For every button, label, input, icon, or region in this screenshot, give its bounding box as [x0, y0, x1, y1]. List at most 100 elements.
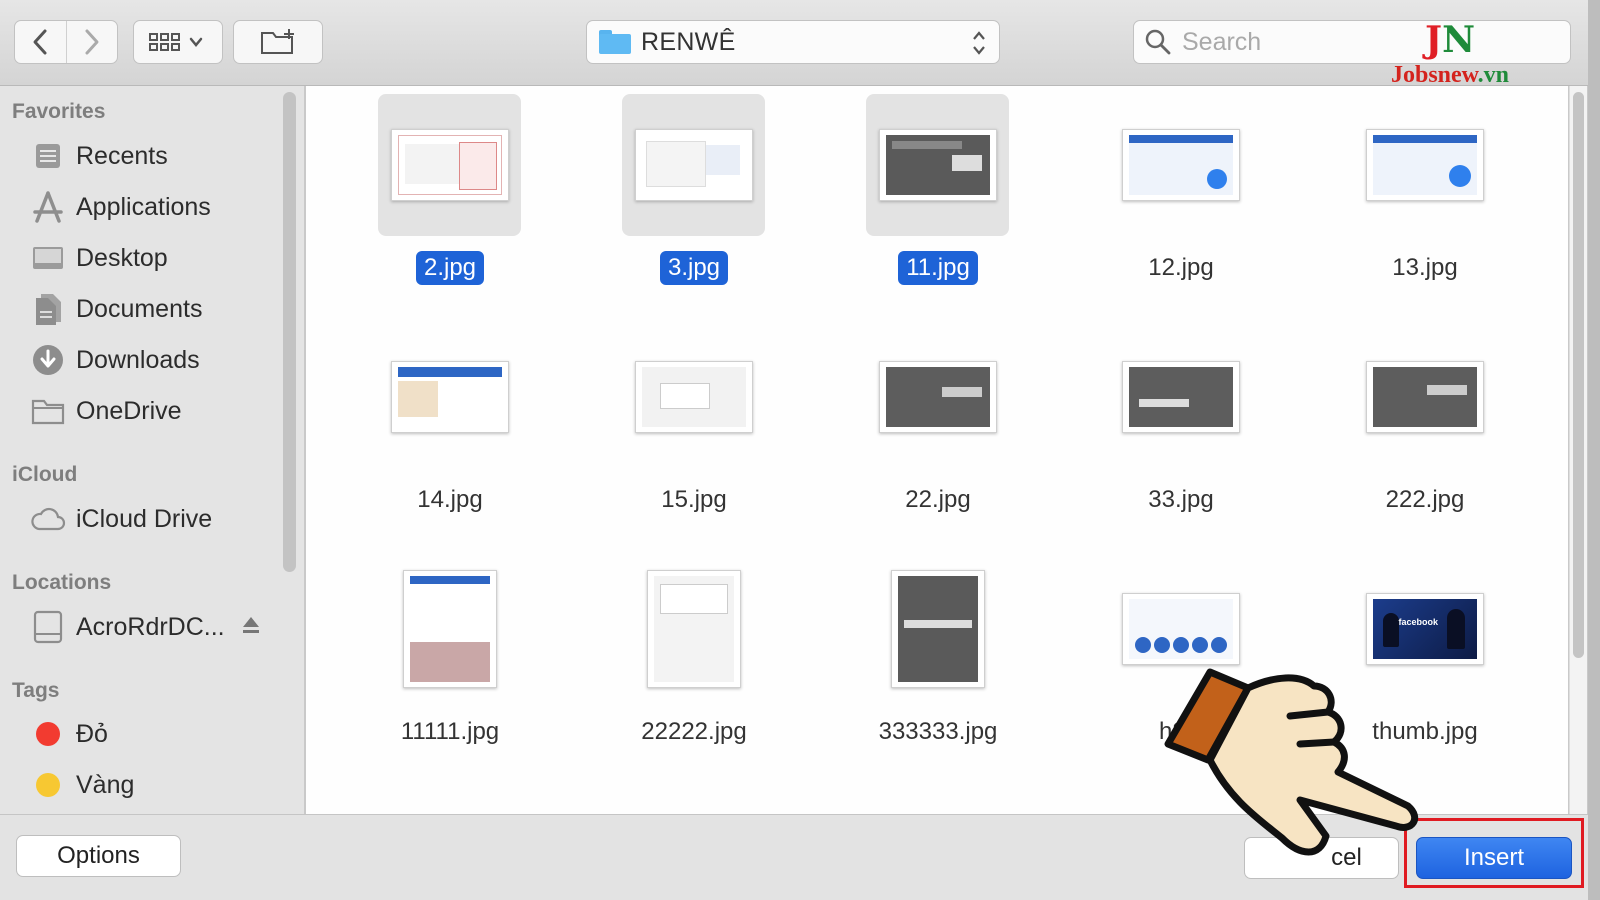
file-item-13-jpg[interactable]: 13.jpg: [1293, 88, 1533, 308]
file-item-3-jpg[interactable]: 3.jpg: [562, 88, 802, 308]
sidebar-header-tags: Tags: [12, 679, 60, 702]
file-name-text: 15.jpg: [661, 486, 727, 513]
file-name: 11111.jpg: [318, 718, 582, 746]
file-thumbnail: [622, 558, 765, 700]
sidebar-header-favorites: Favorites: [12, 100, 106, 123]
sidebar-item-label: Desktop: [76, 243, 168, 272]
sidebar-item-label: iCloud Drive: [76, 504, 213, 533]
file-thumbnail: [622, 94, 765, 236]
file-name: 333333.jpg: [806, 718, 1070, 746]
file-thumbnail: [1109, 94, 1252, 236]
file-name-text: 14.jpg: [417, 486, 483, 513]
yellow-tag-dot: [36, 773, 60, 797]
file-item-11-jpg[interactable]: 11.jpg: [806, 88, 1046, 308]
updown-arrows-icon: [973, 31, 985, 55]
logo-mark-j: J: [1425, 19, 1443, 61]
sidebar-item-onedrive[interactable]: OneDrive: [30, 389, 270, 433]
file-item-2-jpg[interactable]: 2.jpg: [318, 88, 558, 308]
desktop-icon: [30, 240, 66, 276]
sidebar-item-acrordrdc[interactable]: AcroRdrDC...: [30, 605, 270, 649]
view-options-button[interactable]: [133, 20, 223, 64]
new-folder-button[interactable]: [233, 20, 323, 64]
file-name: 3.jpg: [562, 251, 826, 285]
file-name: 222.jpg: [1293, 486, 1557, 514]
sidebar-item-label: OneDrive: [76, 396, 182, 425]
file-name: 22.jpg: [806, 486, 1070, 514]
insert-highlight-box: [1404, 818, 1584, 888]
sidebar-item-label: Applications: [76, 192, 211, 221]
file-thumbnail: facebook: [1353, 558, 1496, 700]
location-label: RENWÊ: [641, 27, 736, 56]
file-item-12-jpg[interactable]: 12.jpg: [1049, 88, 1289, 308]
location-popup[interactable]: RENWÊ: [586, 20, 1000, 64]
logo-mark: JN: [1370, 22, 1530, 62]
file-item-thumb-jpg[interactable]: facebook thumb.jpg: [1293, 552, 1533, 772]
sidebar-header-icloud: iCloud: [12, 463, 78, 486]
sidebar-item-desktop[interactable]: Desktop: [30, 236, 270, 280]
sidebar-item-downloads[interactable]: Downloads: [30, 338, 270, 382]
sidebar-item-recents[interactable]: Recents: [30, 134, 270, 178]
sidebar-item-documents[interactable]: Documents: [30, 287, 270, 331]
content-scroll-thumb[interactable]: [1573, 92, 1584, 658]
file-name: 11.jpg: [806, 251, 1070, 285]
file-thumbnail: [378, 94, 521, 236]
file-name: thumb.jpg: [1293, 718, 1557, 746]
sidebar-scrollbar[interactable]: [283, 92, 296, 572]
file-thumbnail: [622, 326, 765, 468]
logo-site-name: Jobsnew: [1390, 62, 1478, 88]
file-item-222-jpg[interactable]: 222.jpg: [1293, 320, 1533, 540]
sidebar-item-applications[interactable]: Applications: [30, 185, 270, 229]
file-name: 33.jpg: [1049, 486, 1313, 514]
file-item-11111-jpg[interactable]: 11111.jpg: [318, 552, 558, 772]
file-name-text: 33.jpg: [1148, 486, 1214, 513]
sidebar-item-label: Documents: [76, 294, 203, 323]
forward-button[interactable]: [65, 21, 117, 63]
logo-site-tld: .vn: [1477, 62, 1510, 88]
file-name-text: 333333.jpg: [878, 718, 998, 745]
file-name: 13.jpg: [1293, 254, 1557, 282]
eject-icon[interactable]: [240, 614, 262, 636]
file-name-text: 13.jpg: [1392, 254, 1458, 281]
file-item-h2[interactable]: h2: [1049, 552, 1289, 772]
file-name: 2.jpg: [318, 251, 582, 285]
disk-icon: [30, 609, 66, 645]
file-name-text: 22222.jpg: [641, 718, 747, 745]
sidebar-item-icloud-drive[interactable]: iCloud Drive: [30, 497, 270, 541]
sidebar-item-tag-do[interactable]: Đỏ: [30, 712, 270, 756]
logo-mark-n: N: [1442, 19, 1475, 61]
file-item-14-jpg[interactable]: 14.jpg: [318, 320, 558, 540]
content-scrollbar[interactable]: [1569, 86, 1587, 814]
file-item-333333-jpg[interactable]: 333333.jpg: [806, 552, 1046, 772]
chevron-right-icon: [85, 29, 99, 55]
file-name: 12.jpg: [1049, 254, 1313, 282]
file-item-22222-jpg[interactable]: 22222.jpg: [562, 552, 802, 772]
file-thumbnail: [378, 326, 521, 468]
search-input[interactable]: [1182, 27, 1382, 57]
file-thumbnail: [1109, 326, 1252, 468]
back-button[interactable]: [15, 21, 66, 63]
options-button[interactable]: Options: [16, 835, 181, 877]
applications-icon: [30, 189, 66, 225]
file-name-text: 22.jpg: [905, 486, 971, 513]
sidebar-item-label: AcroRdrDC...: [76, 612, 225, 641]
file-name: 14.jpg: [318, 486, 582, 514]
cloud-icon: [30, 501, 66, 537]
folder-icon: [30, 393, 66, 429]
sidebar-header-locations: Locations: [12, 571, 112, 594]
file-name: 15.jpg: [562, 486, 826, 514]
file-browser-grid: 2.jpg 3.jpg 11.jpg 12.jpg 13.jpg 14.jpg: [306, 86, 1568, 814]
navigation-buttons: [14, 20, 118, 64]
file-item-22-jpg[interactable]: 22.jpg: [806, 320, 1046, 540]
red-tag-dot: [36, 722, 60, 746]
sidebar-item-label: Vàng: [76, 770, 135, 799]
search-icon: [1145, 29, 1171, 55]
file-item-15-jpg[interactable]: 15.jpg: [562, 320, 802, 540]
file-name: 22222.jpg: [562, 718, 826, 746]
cancel-button[interactable]: cel: [1244, 837, 1399, 879]
tag-color-icon: [30, 716, 66, 752]
file-thumbnail: [378, 558, 521, 700]
file-item-33-jpg[interactable]: 33.jpg: [1049, 320, 1289, 540]
sidebar-item-tag-vang[interactable]: Vàng: [30, 763, 270, 807]
chevron-left-icon: [33, 29, 47, 55]
file-thumbnail: [866, 326, 1009, 468]
